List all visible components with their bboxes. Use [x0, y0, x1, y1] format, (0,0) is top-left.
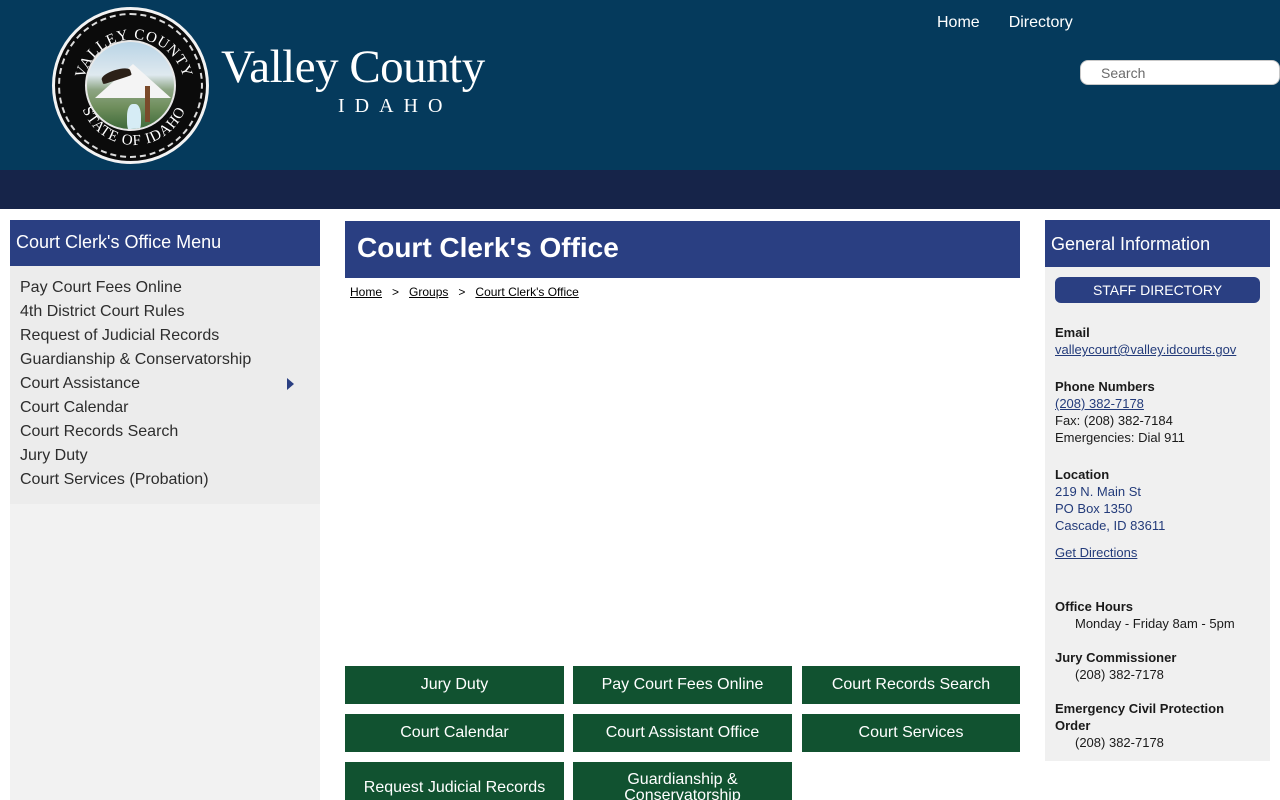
main-content: Court Clerk's Office Home > Groups > Court C…	[345, 221, 1020, 800]
email-block: Email valleycourt@valley.idcourts.gov	[1055, 324, 1236, 358]
menu-item-court-calendar[interactable]: Court Calendar	[10, 396, 320, 420]
menu-item-district-court-rules[interactable]: 4th District Court Rules	[10, 300, 320, 324]
left-sidebar: Court Clerk's Office Menu Pay Court Fees…	[10, 220, 320, 800]
breadcrumb-current[interactable]: Court Clerk's Office	[475, 285, 578, 299]
page-title: Court Clerk's Office	[357, 232, 619, 263]
menu-item-request-judicial-records[interactable]: Request of Judicial Records	[10, 324, 320, 348]
address-line-1: 219 N. Main St	[1055, 484, 1141, 499]
search-input[interactable]	[1101, 64, 1271, 82]
county-seal-logo[interactable]: VALLEY COUNTY STATE OF IDAHO	[52, 7, 209, 164]
court-calendar-button[interactable]: Court Calendar	[345, 714, 564, 752]
menu-item-court-services[interactable]: Court Services (Probation)	[10, 468, 320, 492]
tree-shape	[145, 86, 150, 122]
address-line-2: PO Box 1350	[1055, 501, 1133, 516]
location-label: Location	[1055, 467, 1110, 482]
river-shape	[127, 104, 141, 129]
office-hours-block: Office Hours Monday - Friday 8am - 5pm	[1055, 598, 1235, 632]
jury-duty-button[interactable]: Jury Duty	[345, 666, 564, 704]
left-sidebar-menu: Pay Court Fees Online 4th District Court…	[10, 266, 320, 504]
menu-item-court-assistance-label: Court Assistance	[20, 375, 141, 392]
ecpo-block: Emergency Civil Protection Order (208) 3…	[1055, 700, 1255, 751]
menu-item-guardianship[interactable]: Guardianship & Conservatorship	[10, 348, 320, 372]
breadcrumb-home[interactable]: Home	[350, 285, 382, 299]
submenu-arrow-icon[interactable]	[287, 378, 294, 390]
jury-commissioner-phone: (208) 382-7178	[1075, 667, 1164, 682]
top-nav: Home Directory	[930, 13, 1095, 33]
emergencies-text: Emergencies: Dial 911	[1055, 430, 1185, 445]
court-records-search-button[interactable]: Court Records Search	[802, 666, 1020, 704]
guardianship-button[interactable]: Guardianship & Conservatorship	[573, 762, 792, 800]
ecpo-label: Emergency Civil Protection Order	[1055, 701, 1225, 733]
menu-item-jury-duty[interactable]: Jury Duty	[10, 444, 320, 468]
court-services-button[interactable]: Court Services	[802, 714, 1020, 752]
nav-strip-bar	[0, 170, 1280, 209]
nav-directory-link[interactable]: Directory	[1002, 13, 1080, 33]
directions-block: Get Directions	[1055, 544, 1137, 561]
phone-label: Phone Numbers	[1055, 379, 1155, 394]
breadcrumb-groups[interactable]: Groups	[409, 285, 448, 299]
menu-item-court-records-search[interactable]: Court Records Search	[10, 420, 320, 444]
fax-text: Fax: (208) 382-7184	[1055, 413, 1173, 428]
nav-home-link[interactable]: Home	[930, 13, 987, 33]
seal-scene-image	[85, 40, 176, 131]
phone-block: Phone Numbers (208) 382-7178 Fax: (208) …	[1055, 378, 1185, 446]
address-line-3: Cascade, ID 83611	[1055, 518, 1166, 533]
email-label: Email	[1055, 325, 1090, 340]
site-subtitle: IDAHO	[338, 95, 453, 117]
jury-commissioner-block: Jury Commissioner (208) 382-7178	[1055, 649, 1176, 683]
breadcrumb-separator: >	[392, 285, 400, 299]
search-box	[1080, 60, 1280, 85]
get-directions-link[interactable]: Get Directions	[1055, 545, 1137, 560]
jury-commissioner-label: Jury Commissioner	[1055, 650, 1177, 665]
menu-item-pay-court-fees[interactable]: Pay Court Fees Online	[10, 276, 320, 300]
site-title[interactable]: Valley County	[221, 40, 485, 94]
breadcrumb-separator: >	[458, 285, 466, 299]
left-sidebar-title: Court Clerk's Office Menu	[10, 220, 320, 266]
court-assistant-office-button[interactable]: Court Assistant Office	[573, 714, 792, 752]
phone-link[interactable]: (208) 382-7178	[1055, 396, 1144, 411]
location-block: Location 219 N. Main St PO Box 1350 Casc…	[1055, 466, 1165, 534]
ecpo-phone: (208) 382-7178	[1075, 735, 1164, 750]
office-hours-text: Monday - Friday 8am - 5pm	[1075, 616, 1235, 631]
site-header: VALLEY COUNTY STATE OF IDAHO Valley Coun…	[0, 0, 1280, 170]
email-link[interactable]: valleycourt@valley.idcourts.gov	[1055, 342, 1236, 357]
right-sidebar: General Information STAFF DIRECTORY Emai…	[1045, 220, 1270, 761]
pay-court-fees-button[interactable]: Pay Court Fees Online	[573, 666, 792, 704]
breadcrumb: Home > Groups > Court Clerk's Office	[350, 285, 579, 299]
office-hours-label: Office Hours	[1055, 599, 1134, 614]
page-title-bar: Court Clerk's Office	[345, 221, 1020, 278]
request-judicial-records-button[interactable]: Request Judicial Records	[345, 762, 564, 800]
menu-item-court-assistance[interactable]: Court Assistance	[10, 372, 320, 396]
right-sidebar-title: General Information	[1045, 220, 1270, 267]
staff-directory-button[interactable]: STAFF DIRECTORY	[1055, 277, 1260, 303]
